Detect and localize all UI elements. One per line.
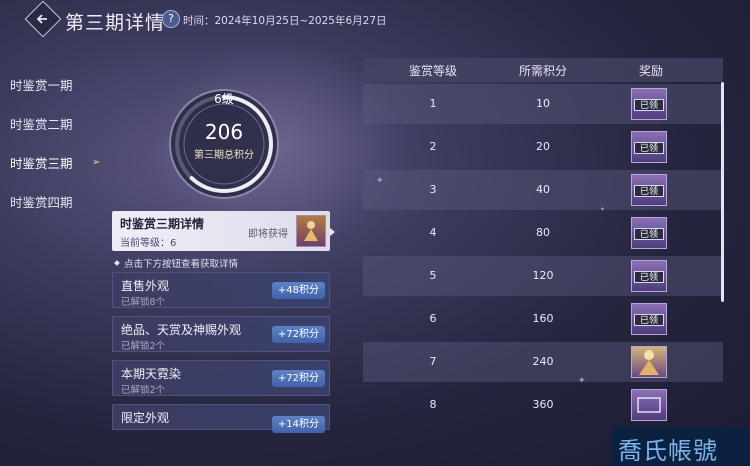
table-row: 6 160 已领 (363, 299, 723, 339)
row-points: 160 (532, 312, 554, 325)
upcoming-status: 即将获得 (248, 229, 288, 240)
top-bar: 第三期详情 ? 时间：2024年10月25日~2025年6月27日 (0, 0, 750, 40)
source-unlocked: 已解锁2个 (121, 385, 166, 396)
header-level: 鉴赏等级 (408, 64, 457, 78)
header-reward: 奖励 (638, 64, 663, 78)
table-row: 4 80 已领 (363, 213, 723, 253)
reward-item[interactable]: 已领 (631, 88, 667, 120)
row-points: 240 (532, 355, 554, 368)
current-level: 当前等级：6 (120, 238, 177, 249)
table-row: 8 360 (363, 385, 723, 425)
current-card-title: 时鉴赏三期详情 (120, 217, 205, 231)
row-points: 120 (532, 269, 554, 282)
nav-item-label: 时鉴赏一期 (10, 78, 73, 93)
back-arrow-icon (36, 14, 47, 24)
row-level: 1 (429, 97, 437, 110)
source-unlocked: 已解锁2个 (121, 341, 166, 352)
nav-item-label: 时鉴赏四期 (10, 195, 73, 210)
character-reward-icon (639, 350, 659, 375)
row-level: 4 (429, 226, 437, 239)
reward-item[interactable]: 已领 (631, 131, 667, 163)
frame-reward-icon (637, 397, 661, 413)
nav-item-period-4[interactable]: 时鉴赏四期 (10, 192, 73, 211)
reward-item[interactable]: 已领 (631, 303, 667, 335)
card-pointer-icon (330, 228, 335, 236)
row-level: 7 (429, 355, 437, 368)
nav-item-label: 时鉴赏二期 (10, 117, 73, 132)
table-header: 鉴赏等级 所需积分 奖励 (363, 58, 723, 82)
nav-item-period-3[interactable]: 时鉴赏三期 ➢ (10, 153, 100, 172)
source-title: 限定外观 (121, 411, 170, 425)
source-card[interactable]: 直售外观 已解锁8个 +48积分 (112, 272, 330, 308)
reward-item[interactable] (631, 346, 667, 378)
nav-item-period-1[interactable]: 时鉴赏一期 (10, 75, 73, 94)
active-arrow-icon: ➢ (92, 157, 101, 168)
claimed-badge: 已领 (634, 228, 664, 240)
source-title: 直售外观 (121, 279, 170, 293)
reward-table: 鉴赏等级 所需积分 奖励 1 10 已领 2 20 已领 3 40 已领 4 8… (363, 58, 723, 466)
table-row: 7 240 (363, 342, 723, 382)
row-points: 10 (536, 97, 550, 110)
total-score: 206 (204, 120, 244, 144)
reward-thumbnail (296, 215, 326, 247)
row-level: 2 (429, 140, 437, 153)
current-period-card[interactable]: 时鉴赏三期详情 当前等级：6 即将获得 (112, 211, 330, 251)
watermark-text: 喬氏帳號 (618, 437, 718, 465)
row-points: 40 (536, 183, 550, 196)
back-button[interactable] (24, 0, 62, 38)
row-points: 80 (536, 226, 550, 239)
nav-item-period-2[interactable]: 时鉴赏二期 (10, 114, 73, 133)
claimed-badge: 已领 (634, 271, 664, 283)
source-card[interactable]: 限定外观 +14积分 (112, 404, 330, 433)
source-unlocked: 已解锁8个 (121, 297, 166, 308)
table-row: 5 120 已领 (363, 256, 723, 296)
source-card[interactable]: 绝品、天赏及神赐外观 已解锁2个 +72积分 (112, 316, 330, 352)
claimed-badge: 已领 (634, 314, 664, 326)
hint-text: 点击下方按钮查看获取详情 (114, 256, 239, 270)
table-row: 1 10 已领 (363, 84, 723, 124)
watermark: 喬氏帳號 (612, 427, 750, 466)
period-time: 时间：2024年10月25日~2025年6月27日 (183, 15, 387, 27)
row-points: 20 (536, 140, 550, 153)
row-level: 5 (429, 269, 437, 282)
reward-item[interactable] (631, 389, 667, 421)
header-points: 所需积分 (518, 64, 567, 78)
bullet-icon (114, 260, 120, 266)
source-points-badge: +72积分 (271, 370, 325, 387)
progress-ring: 6级 206 第三期总积分 (162, 82, 286, 206)
reward-item[interactable]: 已领 (631, 174, 667, 206)
reward-item[interactable]: 已领 (631, 217, 667, 249)
source-points-badge: +14积分 (271, 416, 325, 433)
row-level: 3 (429, 183, 437, 196)
row-level: 6 (429, 312, 437, 325)
row-level: 8 (429, 398, 437, 411)
source-points-badge: +72积分 (271, 326, 325, 343)
source-title: 本期天霓染 (121, 367, 182, 381)
source-points-badge: +48积分 (271, 282, 325, 299)
reward-item[interactable]: 已领 (631, 260, 667, 292)
claimed-badge: 已领 (634, 99, 664, 111)
source-title: 绝品、天赏及神赐外观 (121, 323, 242, 337)
nav-item-label: 时鉴赏三期 (10, 156, 73, 171)
claimed-badge: 已领 (634, 142, 664, 154)
source-card[interactable]: 本期天霓染 已解锁2个 +72积分 (112, 360, 330, 396)
page-title: 第三期详情 (65, 12, 166, 34)
table-row: 3 40 已领 (363, 170, 723, 210)
total-score-label: 第三期总积分 (194, 150, 254, 161)
hint-label: 点击下方按钮查看获取详情 (124, 259, 239, 270)
claimed-badge: 已领 (634, 185, 664, 197)
table-row: 2 20 已领 (363, 127, 723, 167)
help-button[interactable]: ? (162, 10, 180, 28)
level-label: 6级 (214, 92, 234, 106)
row-points: 360 (532, 398, 554, 411)
character-icon (304, 221, 318, 241)
table-scrollbar[interactable] (721, 82, 724, 302)
